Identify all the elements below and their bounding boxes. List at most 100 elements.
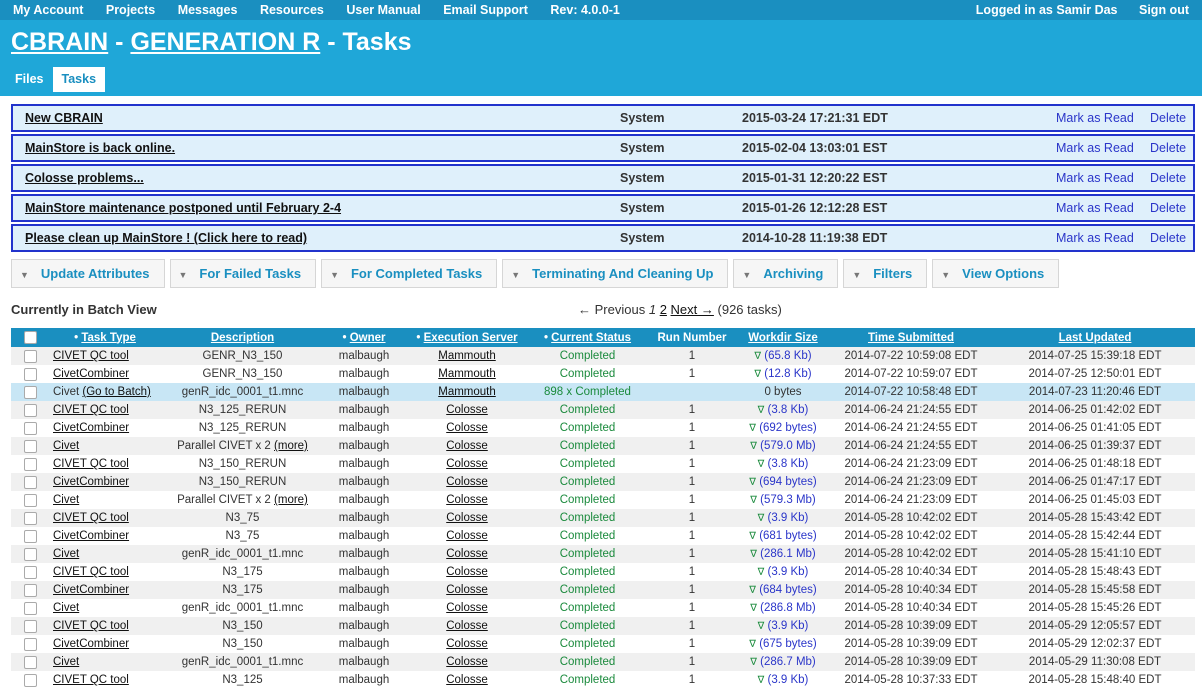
server-link[interactable]: Colosse [446,656,488,668]
task-type-link[interactable]: Civet [53,656,79,668]
task-type-link[interactable]: CivetCombiner [53,584,129,596]
nav-user-manual[interactable]: User Manual [346,3,420,17]
message-title[interactable]: MainStore is back online. [25,141,175,155]
delete-message-link[interactable]: Delete [1150,231,1186,245]
row-checkbox[interactable] [23,439,37,453]
task-type-header[interactable]: • Task Type [49,328,161,347]
more-link[interactable]: (more) [274,494,308,506]
row-checkbox[interactable] [23,601,37,615]
server-link[interactable]: Colosse [446,584,488,596]
server-link[interactable]: Colosse [446,548,488,560]
page-2-link[interactable]: 2 [660,302,667,317]
server-link[interactable]: Colosse [446,566,488,578]
task-type-link[interactable]: CivetCombiner [53,638,129,650]
server-link[interactable]: Colosse [446,620,488,632]
row-checkbox[interactable] [23,385,37,399]
task-type-link[interactable]: CIVET QC tool [53,674,129,686]
server-link[interactable]: Mammouth [438,350,496,362]
nav-messages[interactable]: Messages [178,3,238,17]
row-checkbox[interactable] [23,637,37,651]
row-checkbox[interactable] [23,547,37,561]
message-title[interactable]: Colosse problems... [25,171,144,185]
server-link[interactable]: Colosse [446,512,488,524]
message-title[interactable]: New CBRAIN [25,111,103,125]
more-link[interactable]: (more) [274,440,308,452]
server-link[interactable]: Colosse [446,638,488,650]
row-checkbox[interactable] [23,493,37,507]
workdir-size-header[interactable]: Workdir Size [739,328,827,347]
row-checkbox[interactable] [23,421,37,435]
task-type-link[interactable]: Civet [53,440,79,452]
row-checkbox[interactable] [23,583,37,597]
row-checkbox[interactable] [23,673,37,687]
mark-as-read-link[interactable]: Mark as Read [1056,201,1134,215]
terminating-cleaning-button[interactable]: ▼ Terminating And Cleaning Up [502,259,729,288]
sign-out-link[interactable]: Sign out [1139,3,1189,17]
owner-header[interactable]: • Owner [324,328,404,347]
update-attributes-button[interactable]: ▼ Update Attributes [11,259,165,288]
server-link[interactable]: Colosse [446,674,488,686]
delete-message-link[interactable]: Delete [1150,201,1186,215]
task-type-link[interactable]: Civet [53,494,79,506]
row-checkbox[interactable] [23,403,37,417]
server-link[interactable]: Colosse [446,440,488,452]
failed-tasks-button[interactable]: ▼ For Failed Tasks [169,259,317,288]
server-link[interactable]: Colosse [446,476,488,488]
last-updated-header[interactable]: Last Updated [995,328,1195,347]
row-checkbox[interactable] [23,565,37,579]
filters-button[interactable]: ▼ Filters [843,259,928,288]
row-checkbox[interactable] [23,655,37,669]
row-checkbox[interactable] [23,619,37,633]
task-type-link[interactable]: Civet [53,602,79,614]
nav-email-support[interactable]: Email Support [443,3,528,17]
view-options-button[interactable]: ▼ View Options [932,259,1060,288]
server-link[interactable]: Colosse [446,422,488,434]
next-page-link[interactable]: Next → [671,302,714,317]
task-type-link[interactable]: Civet [53,548,79,560]
project-link[interactable]: GENERATION R [130,28,320,56]
server-link[interactable]: Colosse [446,602,488,614]
current-status-header[interactable]: • Current Status [530,328,645,347]
row-checkbox[interactable] [23,511,37,525]
select-all-checkbox[interactable] [23,331,37,344]
task-type-link[interactable]: CIVET QC tool [53,404,129,416]
task-type-link[interactable]: CivetCombiner [53,476,129,488]
mark-as-read-link[interactable]: Mark as Read [1056,141,1134,155]
task-type-link[interactable]: CIVET QC tool [53,566,129,578]
cbrain-home-link[interactable]: CBRAIN [11,28,108,56]
time-submitted-header[interactable]: Time Submitted [827,328,995,347]
task-type-link[interactable]: CIVET QC tool [53,350,129,362]
archiving-button[interactable]: ▼ Archiving [733,259,839,288]
task-type-link[interactable]: CIVET QC tool [53,512,129,524]
row-checkbox[interactable] [23,457,37,471]
server-link[interactable]: Colosse [446,458,488,470]
go-to-batch-link[interactable]: (Go to Batch) [82,386,150,398]
delete-message-link[interactable]: Delete [1150,111,1186,125]
nav-resources[interactable]: Resources [260,3,324,17]
delete-message-link[interactable]: Delete [1150,171,1186,185]
delete-message-link[interactable]: Delete [1150,141,1186,155]
mark-as-read-link[interactable]: Mark as Read [1056,171,1134,185]
task-type-link[interactable]: CivetCombiner [53,530,129,542]
row-checkbox[interactable] [23,529,37,543]
task-type-link[interactable]: CivetCombiner [53,422,129,434]
task-type-link[interactable]: CIVET QC tool [53,458,129,470]
completed-tasks-button[interactable]: ▼ For Completed Tasks [321,259,498,288]
server-link[interactable]: Colosse [446,404,488,416]
row-checkbox[interactable] [23,367,37,381]
task-type-link[interactable]: CIVET QC tool [53,620,129,632]
execution-server-header[interactable]: • Execution Server [404,328,530,347]
message-title[interactable]: Please clean up MainStore ! (Click here … [25,231,307,245]
message-title[interactable]: MainStore maintenance postponed until Fe… [25,201,341,215]
tab-files[interactable]: Files [6,67,53,92]
mark-as-read-link[interactable]: Mark as Read [1056,231,1134,245]
server-link[interactable]: Colosse [446,530,488,542]
server-link[interactable]: Mammouth [438,368,496,380]
description-header[interactable]: Description [161,328,324,347]
server-link[interactable]: Mammouth [438,386,496,398]
nav-projects[interactable]: Projects [106,3,155,17]
nav-my-account[interactable]: My Account [13,3,83,17]
server-link[interactable]: Colosse [446,494,488,506]
mark-as-read-link[interactable]: Mark as Read [1056,111,1134,125]
row-checkbox[interactable] [23,349,37,363]
